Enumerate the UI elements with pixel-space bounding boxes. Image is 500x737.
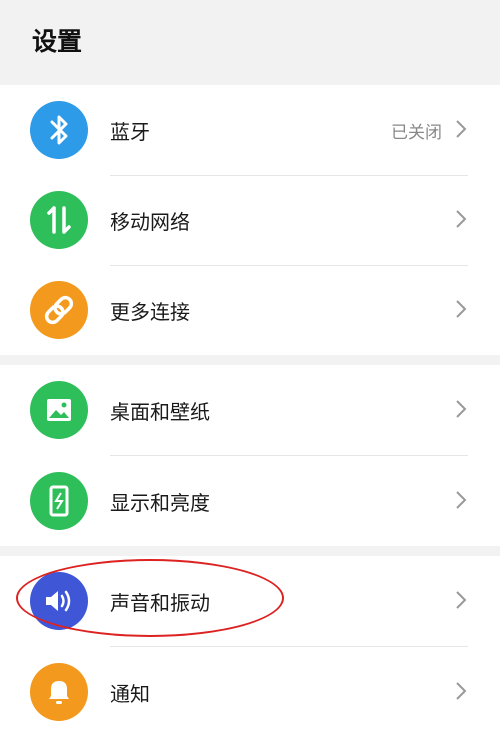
chevron-right-icon <box>456 210 467 228</box>
settings-item-label: 通知 <box>110 682 150 706</box>
settings-item-more-connections[interactable]: 更多连接 <box>0 265 500 355</box>
settings-item-wallpaper[interactable]: 桌面和壁纸 <box>0 365 500 455</box>
settings-item-label: 桌面和壁纸 <box>110 400 210 424</box>
settings-item-label: 蓝牙 <box>110 120 150 144</box>
chevron-right-icon <box>456 120 467 138</box>
settings-group-connections: 蓝牙 已关闭 移动网络 更多连接 <box>0 85 500 355</box>
settings-item-label: 显示和亮度 <box>110 491 210 515</box>
chevron-right-icon <box>456 591 467 609</box>
status-text: 已关闭 <box>391 123 442 143</box>
settings-group-display: 桌面和壁纸 显示和亮度 <box>0 365 500 546</box>
link-icon <box>30 281 88 339</box>
bluetooth-icon <box>30 101 88 159</box>
settings-item-mobile-network[interactable]: 移动网络 <box>0 175 500 265</box>
settings-item-label: 更多连接 <box>110 300 190 324</box>
page-title: 设置 <box>32 27 83 56</box>
settings-item-bluetooth[interactable]: 蓝牙 已关闭 <box>0 85 500 175</box>
highlight-ellipse-annotation <box>16 559 284 637</box>
settings-item-notifications[interactable]: 通知 <box>0 647 500 737</box>
wallpaper-icon <box>30 381 88 439</box>
settings-item-display[interactable]: 显示和亮度 <box>0 456 500 546</box>
chevron-right-icon <box>456 400 467 418</box>
bell-icon <box>30 663 88 721</box>
mobile-network-icon <box>30 191 88 249</box>
chevron-right-icon <box>456 682 467 700</box>
display-icon <box>30 472 88 530</box>
settings-item-label: 移动网络 <box>110 210 190 234</box>
chevron-right-icon <box>456 491 467 509</box>
chevron-right-icon <box>456 300 467 318</box>
